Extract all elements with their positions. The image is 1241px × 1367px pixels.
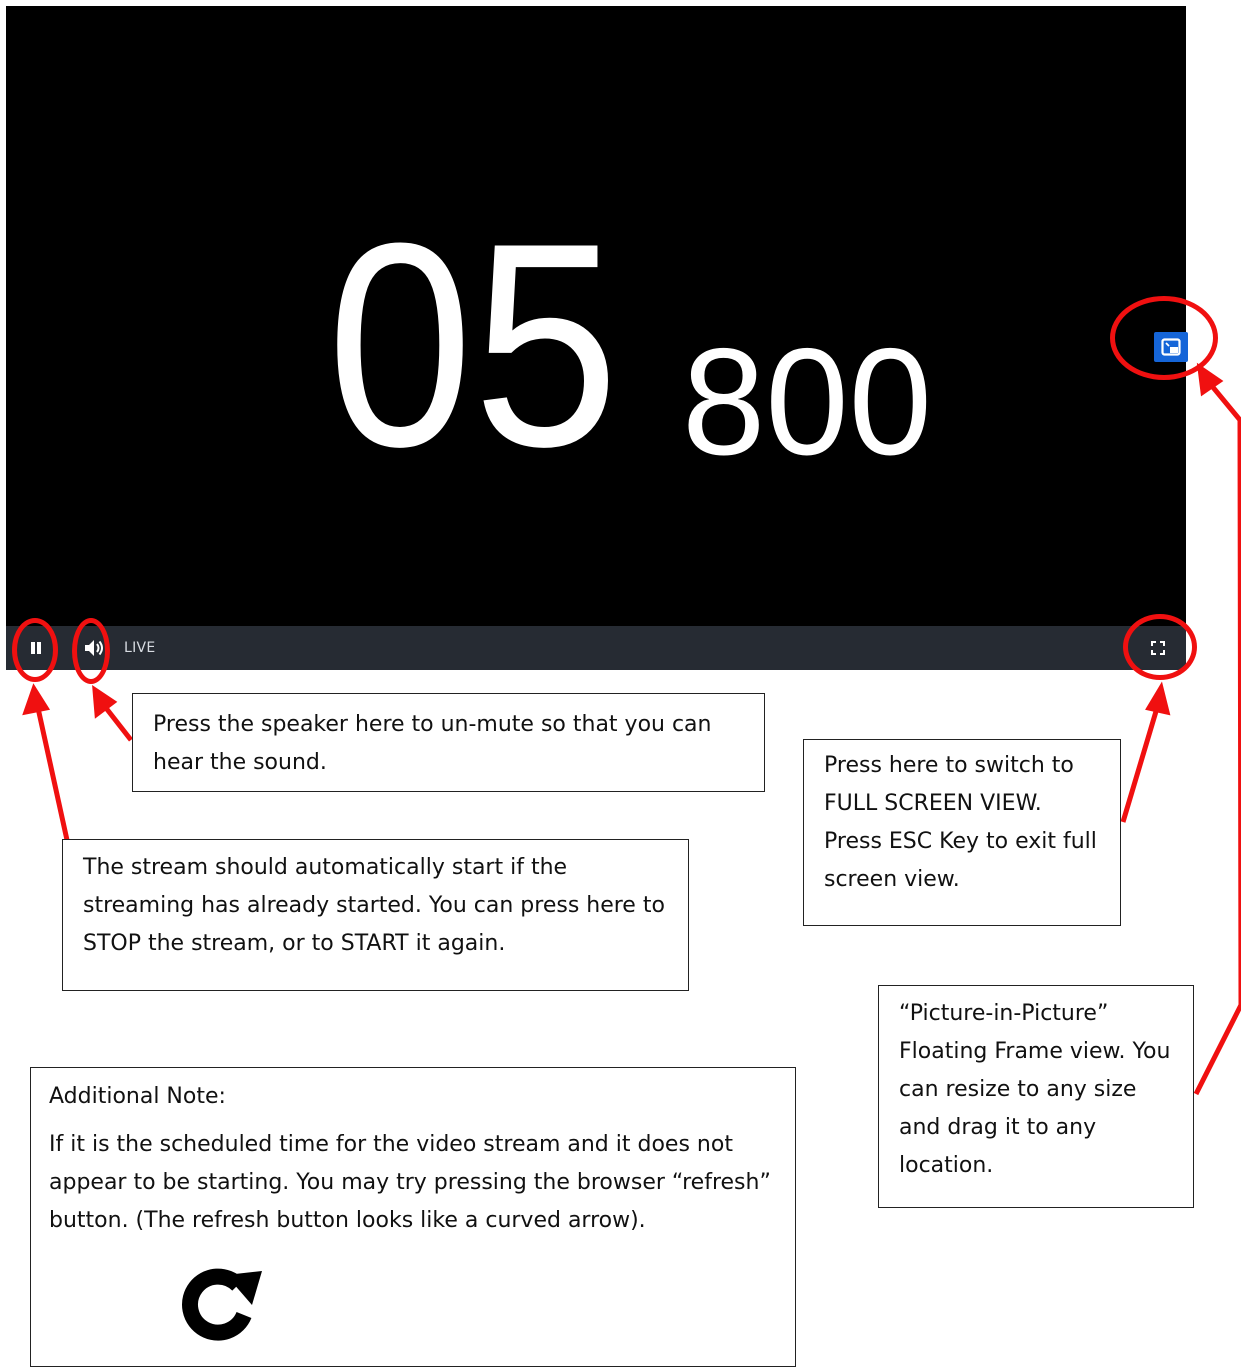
fullscreen-button[interactable] <box>1146 636 1170 660</box>
timer-main-digits: 05 <box>327 221 619 461</box>
note-heading: Additional Note: <box>49 1084 226 1109</box>
callout-fullscreen: Press here to switch to FULL SCREEN VIEW… <box>803 739 1121 926</box>
arrow-pip-head <box>1196 362 1224 397</box>
arrow-fullscreen-line <box>1120 707 1160 823</box>
callout-pip-text: “Picture-in-Picture” Floating Frame view… <box>899 1001 1171 1178</box>
arrow-pip-line <box>1193 378 1241 1096</box>
callout-pause: The stream should automatically start if… <box>62 839 689 991</box>
arrow-pause-line <box>35 707 70 841</box>
timer-main-text: 05 <box>327 221 619 461</box>
arrow-pause-head <box>22 683 51 716</box>
picture-in-picture-button[interactable] <box>1154 332 1188 362</box>
callout-speaker-text: Press the speaker here to un-mute so tha… <box>153 712 712 775</box>
live-indicator: LIVE <box>124 640 156 656</box>
arrow-volume-line <box>104 706 133 742</box>
refresh-icon <box>182 1268 262 1341</box>
callout-fullscreen-text: Press here to switch to FULL SCREEN VIEW… <box>824 753 1097 892</box>
callout-additional-note: Additional Note: If it is the scheduled … <box>30 1067 796 1367</box>
note-body: If it is the scheduled time for the vide… <box>49 1132 771 1233</box>
video-player[interactable]: 05 800 <box>6 6 1188 626</box>
callout-speaker: Press the speaker here to un-mute so tha… <box>132 693 765 792</box>
callout-pause-text: The stream should automatically start if… <box>83 855 665 956</box>
player-control-bar: LIVE <box>6 626 1186 670</box>
arrow-volume-head <box>92 685 118 719</box>
callout-pip: “Picture-in-Picture” Floating Frame view… <box>878 985 1194 1208</box>
pause-button[interactable] <box>24 636 48 660</box>
timer-sub-text: 800 <box>682 336 932 462</box>
picture-in-picture-icon <box>1161 338 1181 356</box>
volume-button[interactable] <box>82 636 108 660</box>
timer-sub-digits: 800 <box>682 336 932 462</box>
fullscreen-icon <box>1151 641 1165 655</box>
arrow-fullscreen-head <box>1145 681 1171 716</box>
volume-icon <box>85 640 103 656</box>
pause-icon <box>31 642 41 654</box>
